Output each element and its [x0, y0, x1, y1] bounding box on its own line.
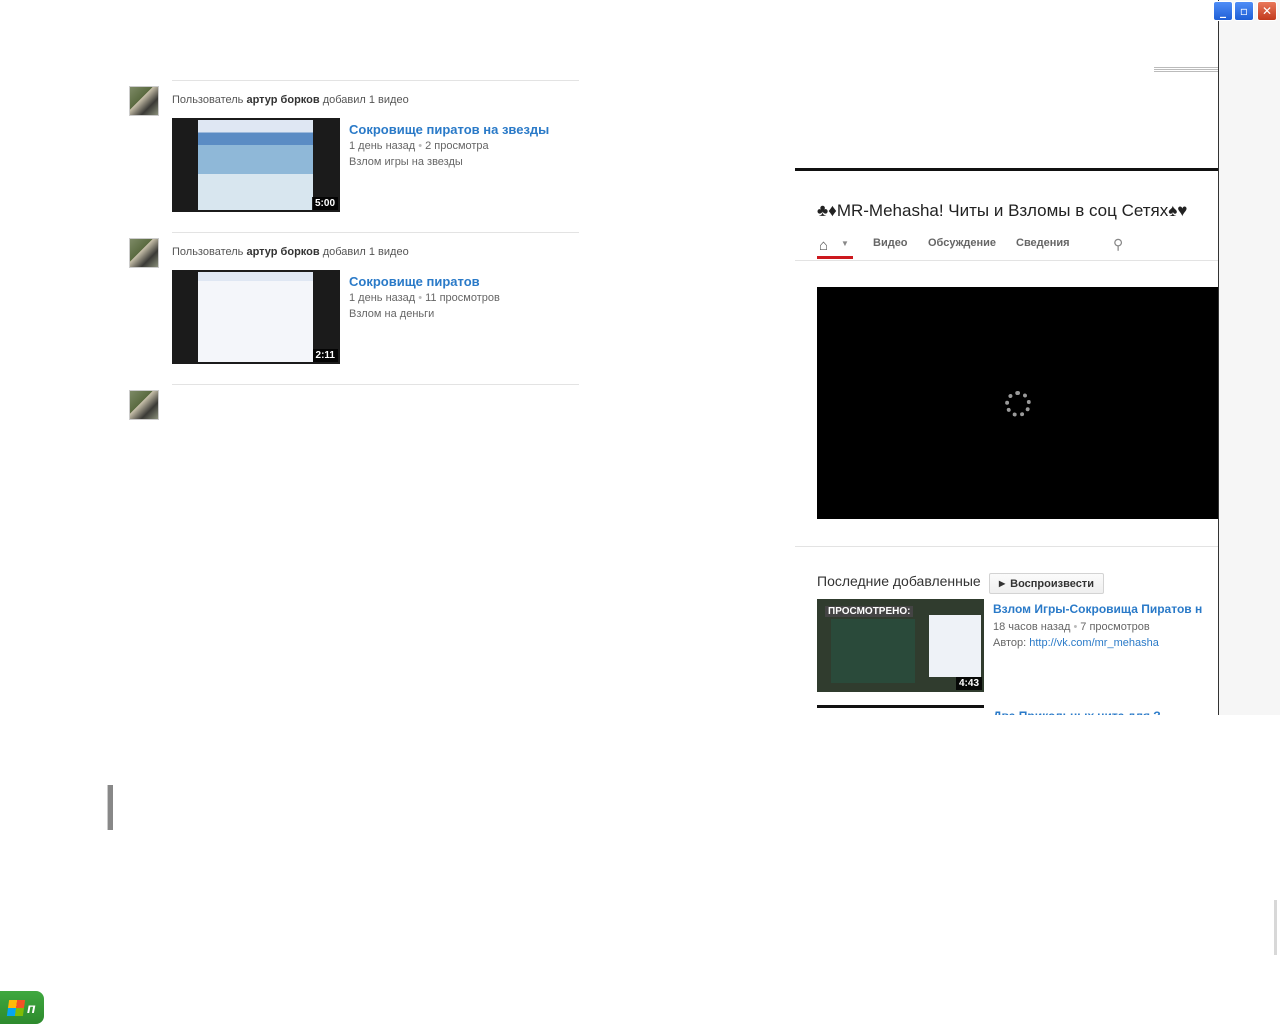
section-separator: [795, 546, 1218, 547]
activity-action: добавил 1 видео: [322, 246, 409, 258]
video-duration: 5:00: [311, 197, 338, 210]
loading-spinner-icon: [1005, 391, 1031, 417]
lower-area: [44, 896, 1280, 1024]
video-age: 18 часов назад: [993, 621, 1071, 633]
video-title-link[interactable]: Взлом Игры-Сокровища Пиратов н: [993, 602, 1218, 616]
feed-separator: [172, 80, 579, 81]
video-stats: 1 день назад • 2 просмотра: [349, 140, 489, 152]
start-label: п: [27, 999, 36, 1016]
tab-home[interactable]: ⌂ ▼: [817, 233, 853, 259]
video-thumbnail[interactable]: 2:11: [172, 270, 340, 364]
minimize-icon: _: [1220, 4, 1226, 18]
windows-logo-icon: [6, 999, 26, 1016]
next-video-title-link[interactable]: Два Прикольных чита для З: [993, 709, 1218, 715]
video-author: Автор: http://vk.com/mr_mehasha: [993, 637, 1159, 649]
play-icon: ▶: [999, 579, 1006, 588]
activity-action: добавил 1 видео: [322, 94, 409, 106]
close-button[interactable]: ✕: [1257, 1, 1277, 21]
search-icon[interactable]: ⚲: [1113, 236, 1123, 253]
caret-down-icon: ▼: [841, 239, 849, 248]
video-stats: 18 часов назад • 7 просмотров: [993, 621, 1150, 633]
channel-nav: ⌂ ▼ Видео Обсуждение Сведения ⚲: [795, 233, 1218, 261]
minimize-button[interactable]: _: [1213, 1, 1233, 21]
video-views: 2 просмотра: [425, 140, 489, 152]
video-title-link[interactable]: Сокровище пиратов: [349, 274, 480, 289]
activity-prefix: Пользователь: [172, 94, 244, 106]
video-title-link[interactable]: Сокровище пиратов на звезды: [349, 122, 549, 137]
video-age: 1 день назад: [349, 140, 416, 152]
user-name-link[interactable]: артур борков: [246, 246, 319, 258]
feed-separator: [172, 232, 579, 233]
feed-activity-line: Пользователь артур борков добавил 1 виде…: [172, 94, 409, 106]
tab-discussion[interactable]: Обсуждение: [928, 237, 996, 249]
video-thumbnail[interactable]: 5:00: [172, 118, 340, 212]
video-duration: 4:43: [955, 677, 982, 690]
feed-separator: [172, 384, 579, 385]
play-all-label: Воспроизвести: [1010, 577, 1094, 590]
video-views: 7 просмотров: [1080, 621, 1150, 633]
feed-activity-line: Пользователь артур борков добавил 1 виде…: [172, 246, 409, 258]
activity-prefix: Пользователь: [172, 246, 244, 258]
recent-uploads-heading: Последние добавленные: [817, 573, 981, 589]
author-label: Автор:: [993, 637, 1027, 649]
tab-videos[interactable]: Видео: [873, 237, 908, 249]
video-description: Взлом игры на звезды: [349, 156, 463, 168]
text-cursor: [107, 785, 113, 830]
user-name-link[interactable]: артур борков: [246, 94, 319, 106]
video-thumbnail[interactable]: ПРОСМОТРЕНО: 4:43: [817, 599, 984, 692]
watched-badge: ПРОСМОТРЕНО:: [825, 606, 914, 617]
scroll-edge: [1154, 67, 1218, 72]
close-icon: ✕: [1261, 4, 1273, 18]
video-duration: 2:11: [312, 349, 338, 362]
next-video-thumbnail[interactable]: [817, 705, 984, 708]
maximize-button[interactable]: ▫: [1234, 1, 1254, 21]
video-description: Взлом на деньги: [349, 308, 435, 320]
channel-title[interactable]: ♣♦MR-Mehasha! Читы и Взломы в соц Сетях♠…: [817, 201, 1187, 221]
avatar[interactable]: [129, 390, 159, 420]
home-icon: ⌂: [819, 237, 829, 254]
video-views: 11 просмотров: [425, 292, 500, 304]
author-link[interactable]: http://vk.com/mr_mehasha: [1029, 637, 1159, 649]
scrollbar-fragment: [1274, 900, 1277, 955]
channel-banner-edge: [795, 168, 1218, 171]
restore-icon: ▫: [1239, 4, 1249, 18]
start-button[interactable]: п: [0, 991, 44, 1024]
play-all-button[interactable]: ▶ Воспроизвести: [989, 573, 1104, 594]
right-edge-strip: [1218, 0, 1280, 715]
video-age: 1 день назад: [349, 292, 416, 304]
tab-about[interactable]: Сведения: [1016, 237, 1070, 249]
video-player[interactable]: [817, 287, 1218, 519]
avatar[interactable]: [129, 86, 159, 116]
video-stats: 1 день назад • 11 просмотров: [349, 292, 500, 304]
avatar[interactable]: [129, 238, 159, 268]
